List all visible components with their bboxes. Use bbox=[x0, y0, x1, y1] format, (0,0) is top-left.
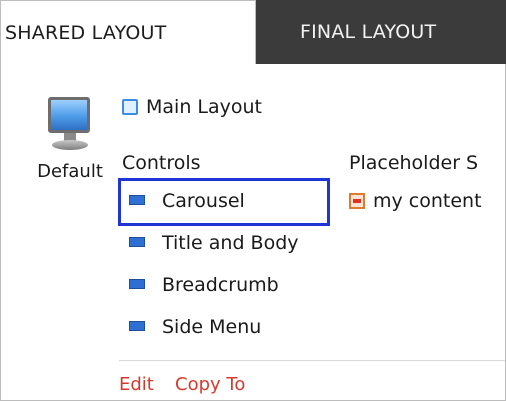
page-icon bbox=[122, 99, 138, 115]
control-label: Side Menu bbox=[162, 316, 262, 338]
placeholder-label: my content bbox=[373, 190, 482, 212]
layout-panel: SHARED LAYOUT FINAL LAYOUT Default Main … bbox=[0, 0, 506, 401]
control-icon bbox=[129, 237, 145, 247]
controls-heading: Controls bbox=[122, 152, 201, 174]
control-item-breadcrumb[interactable]: Breadcrumb bbox=[129, 274, 279, 296]
tab-bar: SHARED LAYOUT FINAL LAYOUT bbox=[1, 0, 506, 64]
placeholder-item-my-content[interactable]: my content bbox=[349, 190, 482, 212]
control-icon bbox=[129, 321, 145, 331]
monitor-icon bbox=[42, 93, 98, 155]
device-default[interactable]: Default bbox=[25, 93, 115, 182]
control-label: Breadcrumb bbox=[162, 274, 279, 296]
tab-shared-layout[interactable]: SHARED LAYOUT bbox=[1, 0, 256, 64]
control-item-side-menu[interactable]: Side Menu bbox=[129, 316, 261, 338]
edit-link[interactable]: Edit bbox=[119, 374, 154, 395]
control-label: Carousel bbox=[162, 190, 245, 212]
main-layout-label: Main Layout bbox=[146, 96, 262, 118]
placeholders-heading: Placeholder S bbox=[349, 152, 479, 174]
tab-final-layout[interactable]: FINAL LAYOUT bbox=[256, 0, 506, 64]
placeholder-icon bbox=[349, 193, 365, 209]
control-icon bbox=[129, 195, 145, 205]
control-item-title-and-body[interactable]: Title and Body bbox=[129, 232, 299, 254]
control-item-carousel[interactable]: Carousel bbox=[129, 190, 245, 212]
control-label: Title and Body bbox=[162, 232, 299, 254]
divider bbox=[119, 360, 505, 361]
main-layout-item[interactable]: Main Layout bbox=[122, 96, 262, 118]
control-icon bbox=[129, 279, 145, 289]
device-label: Default bbox=[37, 161, 103, 182]
copy-to-link[interactable]: Copy To bbox=[175, 374, 245, 395]
